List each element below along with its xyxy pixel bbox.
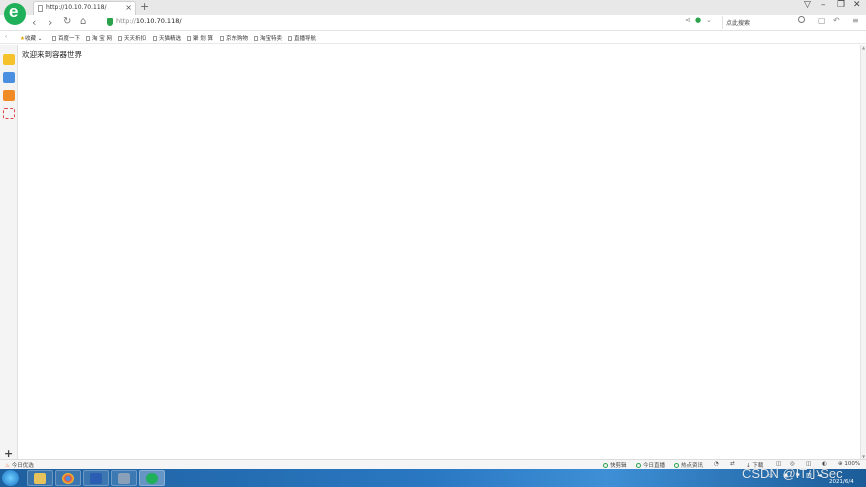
tab-strip: http://10.10.70.118/ × + ▽ – ❐ ✕ [0, 0, 866, 25]
navigation-bar: ‹ › ↻ ⌂ http://10.10.70.118/ ⋖ ● ⌄ 点此搜索 … [0, 15, 866, 31]
start-button[interactable] [2, 470, 19, 486]
watermark-text: CSDN @IT小Sec [742, 466, 843, 481]
extension-icon[interactable]: ● [695, 16, 701, 24]
recommend-link[interactable]: ♨ 今日优选 [5, 461, 34, 469]
bookmark-item[interactable]: 淘 宝 网 [86, 34, 112, 42]
weibo-icon[interactable] [3, 90, 15, 101]
taskbar: ▭ ◉ ⚑ ▥ ◄ 2021/6/4 [0, 469, 866, 487]
favorites-star-icon[interactable] [3, 54, 15, 65]
page-icon [38, 5, 43, 12]
folder-icon [34, 473, 46, 484]
live-icon [636, 463, 641, 468]
page-icon [187, 36, 191, 41]
bookmark-item[interactable]: 直播导航 [288, 34, 316, 42]
restore-icon[interactable]: ❐ [837, 0, 845, 10]
bookmark-item[interactable]: 京东购物 [220, 34, 248, 42]
address-text[interactable]: http://10.10.70.118/ [116, 17, 182, 25]
page-content: 欢迎来到容器世界 [19, 45, 859, 459]
taskbar-chrome[interactable] [55, 470, 81, 486]
bookmark-item[interactable]: 天猫精选 [153, 34, 181, 42]
browser-tab[interactable]: http://10.10.70.118/ × [33, 1, 136, 15]
speed-icon[interactable]: ◔ [714, 461, 719, 467]
taskbar-360-browser[interactable] [139, 470, 165, 486]
video-icon [603, 463, 608, 468]
sidebar: + [0, 45, 18, 460]
search-input[interactable]: 点此搜索 [722, 16, 810, 29]
page-icon [288, 36, 292, 41]
favorites-menu[interactable]: ★收藏 ⌄ [20, 34, 42, 42]
new-tab-button[interactable]: + [140, 0, 149, 13]
reload-icon[interactable]: ↻ [63, 16, 71, 27]
page-icon [118, 36, 122, 41]
page-icon [254, 36, 258, 41]
bookmarks-bar: ‹ ★收藏 ⌄ 百度一下 淘 宝 网 天天折扣 天猫精选 聚 划 算 京东购物 … [0, 32, 866, 44]
screenshot-icon[interactable] [3, 108, 15, 119]
search-icon[interactable] [798, 16, 805, 23]
address-bar[interactable]: http://10.10.70.118/ [104, 16, 714, 29]
reader-mode-icon[interactable]: ▢ [818, 16, 826, 25]
status-item[interactable]: 快剪辑 [603, 461, 627, 469]
shirt-skin-icon[interactable]: ▽ [804, 0, 811, 10]
scroll-up-icon[interactable]: ▲ [862, 45, 865, 50]
page-icon [153, 36, 157, 41]
status-item[interactable]: 今日直播 [636, 461, 665, 469]
page-text: 欢迎来到容器世界 [22, 50, 82, 59]
taskbar-app[interactable] [111, 470, 137, 486]
browser-logo-icon[interactable] [4, 2, 26, 25]
sync-icon[interactable]: ⇄ [730, 461, 735, 467]
page-icon [52, 36, 56, 41]
share-icon[interactable]: ⋖ [685, 16, 691, 24]
status-bar: ♨ 今日优选 快剪辑 今日直播 热点资讯 ◔ ⇄ ↓ 下载 ◫ ◎ ◫ ◐ ⊕ … [0, 459, 866, 469]
window-app-icon [118, 473, 130, 484]
page-icon [86, 36, 90, 41]
browser-icon [146, 473, 158, 484]
taskbar-explorer[interactable] [27, 470, 53, 486]
close-window-icon[interactable]: ✕ [853, 0, 861, 10]
back-icon[interactable]: ‹ [32, 16, 36, 29]
minimize-icon[interactable]: – [821, 0, 826, 10]
reader-icon[interactable] [3, 72, 15, 83]
bookmark-item[interactable]: 淘宝特卖 [254, 34, 282, 42]
forward-icon[interactable]: › [48, 16, 52, 29]
page-icon [220, 36, 224, 41]
home-icon[interactable]: ⌂ [80, 16, 86, 27]
menu-icon[interactable]: ≡ [852, 16, 859, 25]
search-placeholder: 点此搜索 [726, 20, 751, 27]
chevron-down-icon[interactable]: ⌄ [706, 16, 712, 24]
close-tab-icon[interactable]: × [125, 3, 132, 12]
undo-icon[interactable]: ↶ [833, 16, 840, 25]
news-icon [674, 463, 679, 468]
word-icon [90, 473, 102, 484]
security-shield-icon [107, 18, 113, 26]
bookmark-item[interactable]: 天天折扣 [118, 34, 146, 42]
taskbar-word[interactable] [83, 470, 109, 486]
status-item[interactable]: 热点资讯 [674, 461, 703, 469]
bookmarks-toggle-icon[interactable]: ‹ [5, 34, 7, 40]
bookmark-item[interactable]: 百度一下 [52, 34, 80, 42]
tab-title: http://10.10.70.118/ [46, 4, 107, 11]
vertical-scrollbar[interactable]: ▲ ▼ [860, 45, 866, 459]
bookmark-item[interactable]: 聚 划 算 [187, 34, 213, 42]
chrome-icon [62, 473, 74, 484]
